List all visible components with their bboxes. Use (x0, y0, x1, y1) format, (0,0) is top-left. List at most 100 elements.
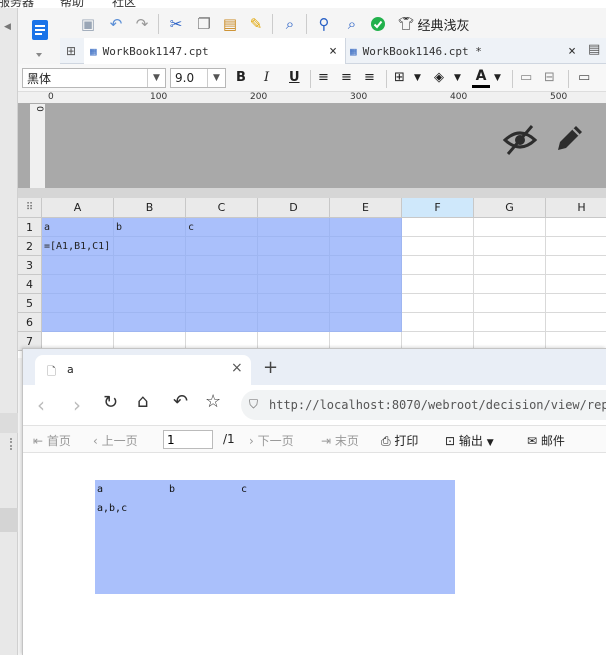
fill-color-icon[interactable]: ◈ (434, 70, 444, 85)
column-header[interactable]: E (330, 198, 402, 218)
close-icon[interactable]: × (231, 360, 243, 376)
cell-g6[interactable] (474, 313, 546, 332)
cell-e5[interactable] (330, 294, 402, 313)
browser-tab[interactable]: 🗋︎ a × (35, 355, 251, 385)
report-header-design-area[interactable] (46, 104, 606, 188)
menu-help[interactable]: 帮助 (60, 0, 84, 8)
next-page-button[interactable]: › 下一页 (249, 432, 294, 449)
chevron-down-icon[interactable]: ▼ (494, 73, 501, 83)
close-icon[interactable]: × (568, 44, 576, 59)
preview-search-icon[interactable]: ⌕ (342, 14, 362, 34)
chevron-down-icon[interactable]: ▼ (414, 73, 421, 83)
cell-d5[interactable] (258, 294, 330, 313)
cell-a2[interactable]: =[A1,B1,C1] (42, 237, 114, 256)
cell-g5[interactable] (474, 294, 546, 313)
row-header[interactable]: 3 (18, 256, 42, 275)
close-icon[interactable]: × (329, 44, 337, 59)
insert-row-icon[interactable]: ⊟ (544, 70, 555, 85)
cell-b3[interactable] (114, 256, 186, 275)
classic-gray-theme-button[interactable]: 👕︎ 经典浅灰 (398, 15, 470, 34)
column-header[interactable]: A (42, 198, 114, 218)
panel-item[interactable] (0, 508, 18, 532)
cell-h2[interactable] (546, 237, 606, 256)
cell-a4[interactable] (42, 275, 114, 294)
column-header[interactable]: H (546, 198, 606, 218)
row-header[interactable]: 1 (18, 218, 42, 237)
collapse-arrow-icon[interactable]: ◀ (4, 22, 11, 32)
cell-f5[interactable] (402, 294, 474, 313)
chevron-down-icon[interactable]: ▼ (454, 73, 461, 83)
hide-eye-icon[interactable] (502, 122, 538, 158)
tab-workbook1146[interactable]: ▦ WorkBook1146.cpt * × (346, 38, 582, 64)
tab-list-icon[interactable]: ▤ (588, 42, 606, 60)
cell-e2[interactable] (330, 237, 402, 256)
find-icon[interactable]: ⌕ (280, 14, 300, 34)
cell-c3[interactable] (186, 256, 258, 275)
cell-d6[interactable] (258, 313, 330, 332)
cell-h5[interactable] (546, 294, 606, 313)
cell-a3[interactable] (42, 256, 114, 275)
cell-f3[interactable] (402, 256, 474, 275)
row-header[interactable]: 6 (18, 313, 42, 332)
panel-item[interactable] (0, 413, 18, 433)
cell-a6[interactable] (42, 313, 114, 332)
forward-icon[interactable]: › (73, 393, 81, 417)
column-header[interactable]: G (474, 198, 546, 218)
cell-h3[interactable] (546, 256, 606, 275)
cell-g3[interactable] (474, 256, 546, 275)
italic-button[interactable]: I (264, 70, 269, 85)
cell-e1[interactable] (330, 218, 402, 237)
cell-b6[interactable] (114, 313, 186, 332)
cell-c2[interactable] (186, 237, 258, 256)
cell-h1[interactable] (546, 218, 606, 237)
cell-d4[interactable] (258, 275, 330, 294)
merge-cells-icon[interactable]: ▭ (520, 70, 532, 85)
menu-community[interactable]: 社区 (112, 0, 136, 8)
cell-d2[interactable] (258, 237, 330, 256)
row-header[interactable]: 5 (18, 294, 42, 313)
print-button[interactable]: ⎙ 打印 (381, 432, 418, 449)
check-circle-icon[interactable] (368, 14, 388, 34)
font-name-select[interactable]: 黑体 ▼ (22, 68, 166, 88)
align-left-icon[interactable]: ≡ (318, 70, 329, 85)
cell-h6[interactable] (546, 313, 606, 332)
cell-c1[interactable]: c (186, 218, 258, 237)
page-number-input[interactable] (163, 430, 213, 449)
home-icon[interactable]: ⌂ (137, 391, 148, 412)
font-size-select[interactable]: 9.0 ▼ (170, 68, 226, 88)
cut-icon[interactable]: ✂ (166, 14, 186, 34)
cell-grid-icon[interactable]: ⊞ (60, 38, 82, 64)
align-right-icon[interactable]: ≡ (364, 70, 375, 85)
last-page-button[interactable]: ⇥ 末页 (321, 432, 359, 449)
cell-e4[interactable] (330, 275, 402, 294)
save-icon[interactable]: ▣ (78, 14, 98, 34)
tab-workbook1147[interactable]: ▦ WorkBook1147.cpt × (84, 38, 346, 64)
cell-g4[interactable] (474, 275, 546, 294)
underline-button[interactable]: U (289, 70, 300, 85)
border-icon[interactable]: ⊞ (394, 70, 405, 85)
export-button[interactable]: ⊡ 输出 ▼ (445, 432, 494, 449)
cell-g1[interactable] (474, 218, 546, 237)
bold-button[interactable]: B (236, 70, 246, 85)
menu-server[interactable]: 服务器 (0, 0, 34, 8)
cell-d3[interactable] (258, 256, 330, 275)
paste-icon[interactable]: ▤ (220, 14, 240, 34)
cell-f2[interactable] (402, 237, 474, 256)
new-tab-button[interactable]: + (263, 357, 278, 378)
reload-icon[interactable]: ↻ (103, 392, 118, 413)
cell-g2[interactable] (474, 237, 546, 256)
cell-f6[interactable] (402, 313, 474, 332)
column-header[interactable]: C (186, 198, 258, 218)
more-tools-icon[interactable]: ▭ (578, 70, 590, 85)
row-header[interactable]: 2 (18, 237, 42, 256)
address-bar[interactable]: ⛉ http://localhost:8070/webroot/decision… (241, 390, 606, 420)
cell-f4[interactable] (402, 275, 474, 294)
cell-f1[interactable] (402, 218, 474, 237)
row-header[interactable]: 4 (18, 275, 42, 294)
font-color-icon[interactable]: A (472, 68, 490, 88)
undo-close-icon[interactable]: ↶ (173, 391, 188, 412)
undo-icon[interactable]: ↶ (106, 14, 126, 34)
back-icon[interactable]: ‹ (37, 393, 45, 417)
cell-h4[interactable] (546, 275, 606, 294)
redo-icon[interactable]: ↷ (132, 14, 152, 34)
